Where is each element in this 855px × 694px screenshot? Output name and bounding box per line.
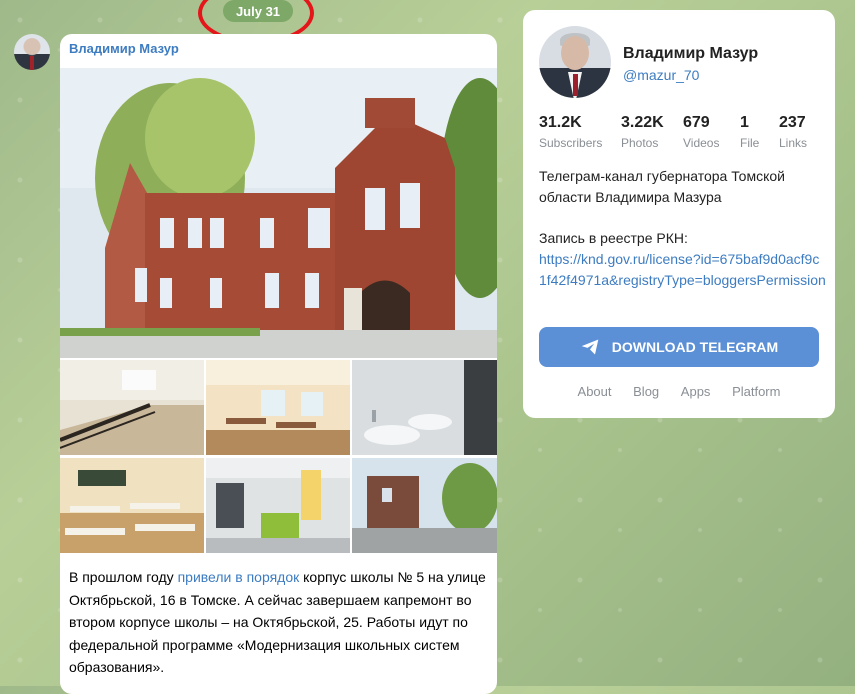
message-bubble: Владимир Мазур В прошлом году привели в … [60,34,497,694]
exterior-photo [352,458,497,553]
message-inline-link[interactable]: привели в порядок [178,569,300,585]
author-avatar[interactable] [14,34,50,70]
photo-thumbnail-classroom[interactable] [206,360,350,455]
photo-thumbnail-classroom-desks[interactable] [60,458,204,553]
stat-links[interactable]: 237 Links [779,114,807,150]
school-building-photo [60,68,497,358]
channel-avatar [539,26,611,98]
photo-main[interactable] [60,68,497,358]
classroom-desks-photo [60,458,204,553]
footer-link-apps[interactable]: Apps [681,384,711,399]
hall-photo [206,458,350,553]
footer-links: About Blog Apps Platform [523,384,835,399]
stat-subscribers: 31.2K Subscribers [539,114,603,150]
channel-info-card: Владимир Мазур @mazur_70 31.2K Subscriber… [523,10,835,418]
download-telegram-button[interactable]: DOWNLOAD TELEGRAM [539,327,819,367]
channel-description: Телеграм-канал губернатора Томской облас… [539,168,785,205]
rkn-label: Запись в реестре РКН: [539,230,688,246]
stat-photos[interactable]: 3.22K Photos [621,114,664,150]
stairs-photo [60,360,204,455]
message-text: В прошлом году привели в порядок корпус … [69,569,486,675]
stat-videos[interactable]: 679 Videos [683,114,719,150]
footer-link-about[interactable]: About [578,384,612,399]
classroom-photo [206,360,350,455]
channel-rkn-info: Запись в реестре РКН: https://knd.gov.ru… [539,228,827,291]
date-badge: July 31 [223,0,293,22]
download-telegram-label: DOWNLOAD TELEGRAM [611,339,779,355]
channel-handle[interactable]: @mazur_70 [623,67,699,83]
channel-stats: 31.2K Subscribers 3.22K Photos 679 Videos 1… [523,114,835,154]
message-author[interactable]: Владимир Мазур [69,41,179,56]
stat-files[interactable]: 1 File [740,114,759,150]
paper-plane-icon [581,339,599,355]
photo-thumbnail-restroom[interactable] [352,360,497,455]
photo-thumbnail-stairs[interactable] [60,360,204,455]
rkn-link[interactable]: https://knd.gov.ru/license?id=675baf9d0a… [539,249,827,291]
restroom-photo [352,360,497,455]
footer-link-platform[interactable]: Platform [732,384,780,399]
photo-thumbnail-hall[interactable] [206,458,350,553]
photo-thumbnail-exterior[interactable] [352,458,497,553]
channel-name: Владимир Мазур [623,45,759,62]
footer-link-blog[interactable]: Blog [633,384,659,399]
